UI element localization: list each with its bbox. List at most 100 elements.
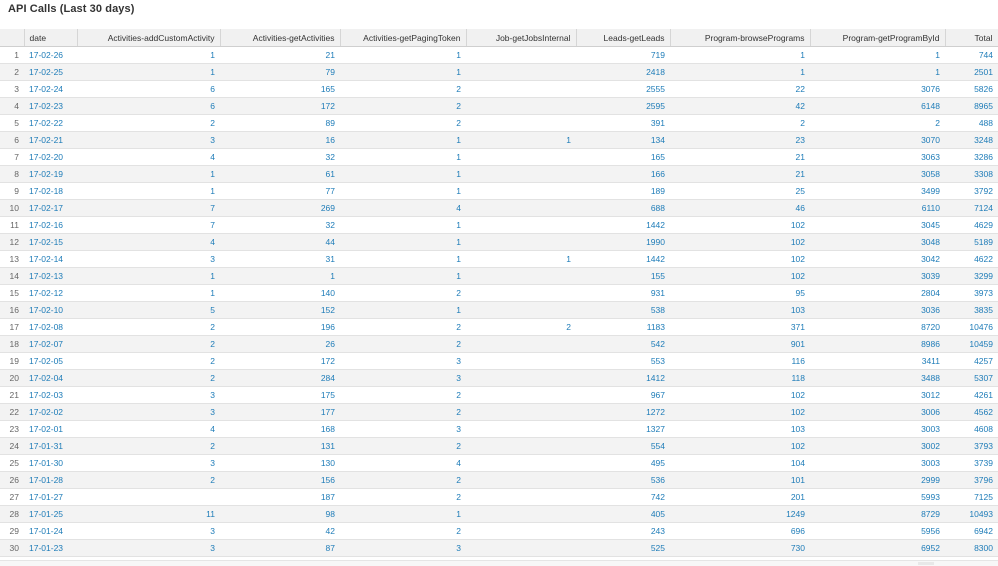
value-cell[interactable]: 1 <box>466 250 576 268</box>
value-cell[interactable]: 6 <box>77 97 220 115</box>
value-cell[interactable]: 371 <box>670 318 810 336</box>
value-cell[interactable]: 1990 <box>576 233 670 251</box>
value-cell[interactable]: 5956 <box>810 522 945 540</box>
value-cell[interactable]: 5307 <box>945 369 998 387</box>
value-cell[interactable]: 2501 <box>945 63 998 81</box>
value-cell[interactable]: 3499 <box>810 182 945 200</box>
value-cell[interactable]: 3 <box>77 539 220 557</box>
value-cell[interactable]: 5993 <box>810 488 945 506</box>
value-cell[interactable]: 46 <box>670 199 810 217</box>
value-cell[interactable] <box>466 437 576 455</box>
value-cell[interactable]: 2 <box>77 352 220 370</box>
value-cell[interactable]: 2999 <box>810 471 945 489</box>
value-cell[interactable]: 21 <box>670 148 810 166</box>
value-cell[interactable]: 553 <box>576 352 670 370</box>
value-cell[interactable]: 187 <box>220 488 340 506</box>
value-cell[interactable]: 1 <box>670 46 810 64</box>
value-cell[interactable]: 7125 <box>945 488 998 506</box>
column-header-date[interactable]: date <box>24 29 78 47</box>
value-cell[interactable] <box>466 97 576 115</box>
value-cell[interactable]: 8300 <box>945 539 998 557</box>
value-cell[interactable]: 3045 <box>810 216 945 234</box>
value-cell[interactable]: 1 <box>77 165 220 183</box>
date-cell[interactable]: 17-02-02 <box>24 403 77 421</box>
value-cell[interactable]: 4 <box>340 199 466 217</box>
value-cell[interactable]: 44 <box>220 233 340 251</box>
value-cell[interactable] <box>466 148 576 166</box>
value-cell[interactable]: 102 <box>670 403 810 421</box>
date-cell[interactable]: 17-01-25 <box>24 505 77 523</box>
value-cell[interactable]: 8720 <box>810 318 945 336</box>
value-cell[interactable]: 32 <box>220 148 340 166</box>
value-cell[interactable]: 2 <box>670 114 810 132</box>
date-cell[interactable]: 17-02-17 <box>24 199 77 217</box>
value-cell[interactable]: 4622 <box>945 250 998 268</box>
value-cell[interactable]: 3286 <box>945 148 998 166</box>
value-cell[interactable]: 116 <box>670 352 810 370</box>
value-cell[interactable]: 168 <box>220 420 340 438</box>
value-cell[interactable]: 3 <box>77 250 220 268</box>
value-cell[interactable]: 719 <box>576 46 670 64</box>
value-cell[interactable]: 134 <box>576 131 670 149</box>
value-cell[interactable]: 8986 <box>810 335 945 353</box>
date-cell[interactable]: 17-02-15 <box>24 233 77 251</box>
date-cell[interactable]: 17-01-28 <box>24 471 77 489</box>
value-cell[interactable]: 4257 <box>945 352 998 370</box>
value-cell[interactable]: 6 <box>77 80 220 98</box>
value-cell[interactable] <box>466 335 576 353</box>
value-cell[interactable]: 1442 <box>576 250 670 268</box>
value-cell[interactable]: 3 <box>340 539 466 557</box>
value-cell[interactable]: 730 <box>670 539 810 557</box>
value-cell[interactable] <box>466 114 576 132</box>
value-cell[interactable]: 3039 <box>810 267 945 285</box>
column-header-activities-addcustomactivity[interactable]: Activities-addCustomActivity <box>77 29 221 47</box>
date-cell[interactable]: 17-01-24 <box>24 522 77 540</box>
value-cell[interactable]: 2 <box>340 488 466 506</box>
date-cell[interactable]: 17-01-27 <box>24 488 77 506</box>
value-cell[interactable]: 10493 <box>945 505 998 523</box>
value-cell[interactable]: 536 <box>576 471 670 489</box>
value-cell[interactable]: 98 <box>220 505 340 523</box>
value-cell[interactable]: 3248 <box>945 131 998 149</box>
value-cell[interactable]: 2 <box>77 335 220 353</box>
value-cell[interactable]: 3299 <box>945 267 998 285</box>
value-cell[interactable]: 1 <box>340 250 466 268</box>
value-cell[interactable]: 1 <box>340 267 466 285</box>
value-cell[interactable]: 2595 <box>576 97 670 115</box>
value-cell[interactable]: 7 <box>77 216 220 234</box>
value-cell[interactable]: 967 <box>576 386 670 404</box>
value-cell[interactable]: 22 <box>670 80 810 98</box>
value-cell[interactable] <box>77 488 220 506</box>
value-cell[interactable]: 1412 <box>576 369 670 387</box>
value-cell[interactable]: 243 <box>576 522 670 540</box>
value-cell[interactable]: 2 <box>340 97 466 115</box>
value-cell[interactable]: 104 <box>670 454 810 472</box>
value-cell[interactable]: 931 <box>576 284 670 302</box>
value-cell[interactable]: 1272 <box>576 403 670 421</box>
value-cell[interactable] <box>466 301 576 319</box>
value-cell[interactable]: 744 <box>945 46 998 64</box>
column-header-program-browseprograms[interactable]: Program-browsePrograms <box>670 29 811 47</box>
value-cell[interactable]: 4608 <box>945 420 998 438</box>
column-header-job-getjobsinternal[interactable]: Job-getJobsInternal <box>466 29 577 47</box>
value-cell[interactable]: 1 <box>340 131 466 149</box>
value-cell[interactable] <box>466 182 576 200</box>
value-cell[interactable]: 11 <box>77 505 220 523</box>
value-cell[interactable]: 2 <box>340 386 466 404</box>
value-cell[interactable]: 10459 <box>945 335 998 353</box>
date-cell[interactable]: 17-02-19 <box>24 165 77 183</box>
value-cell[interactable]: 89 <box>220 114 340 132</box>
value-cell[interactable]: 2 <box>340 471 466 489</box>
value-cell[interactable]: 5826 <box>945 80 998 98</box>
value-cell[interactable]: 2 <box>77 369 220 387</box>
value-cell[interactable]: 102 <box>670 267 810 285</box>
value-cell[interactable]: 1183 <box>576 318 670 336</box>
value-cell[interactable]: 1 <box>340 148 466 166</box>
value-cell[interactable] <box>466 46 576 64</box>
value-cell[interactable]: 131 <box>220 437 340 455</box>
value-cell[interactable]: 269 <box>220 199 340 217</box>
value-cell[interactable]: 1 <box>340 301 466 319</box>
value-cell[interactable]: 2 <box>810 114 945 132</box>
value-cell[interactable]: 3739 <box>945 454 998 472</box>
value-cell[interactable]: 4 <box>77 420 220 438</box>
